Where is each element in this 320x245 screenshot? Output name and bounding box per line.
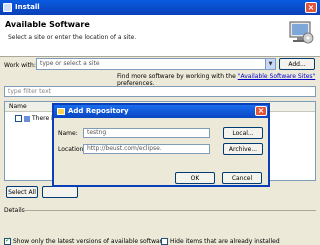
table-row[interactable]: There i [7,114,53,123]
dialog-titlebar: Add Repository × [54,105,268,118]
install-banner-icon [289,21,314,44]
page-description: Select a site or enter the location of a… [8,34,137,41]
name-label: Name: [58,130,78,137]
show-latest-option[interactable]: Show only the latest versions of availab… [4,236,166,245]
name-value: testng [87,129,107,136]
work-with-label: Work with: [4,62,36,69]
window-close-button[interactable]: × [305,2,317,13]
deselect-all-button[interactable] [42,186,78,198]
window-title: Install [15,3,40,11]
dialog-close-button[interactable]: × [255,106,267,116]
select-all-button[interactable]: Select All [6,186,38,198]
details-separator [20,210,316,211]
ok-button[interactable]: OK [175,172,215,184]
hide-installed-checkbox[interactable] [161,238,168,245]
row-checkbox[interactable] [15,115,22,122]
wizard-header: Available Software Select a site or ente… [0,15,320,57]
dropdown-arrow-icon[interactable]: ▼ [265,59,275,69]
find-more-text: Find more software by working with the "… [117,73,316,87]
available-software-sites-link[interactable]: "Available Software Sites" [238,73,316,80]
filter-placeholder: type filter text [8,88,52,95]
window-titlebar: Install × [0,0,320,15]
cancel-button[interactable]: Cancel [222,172,262,184]
app-icon [3,3,12,12]
dialog-title: Add Repository [68,107,129,115]
location-field[interactable]: http://beust.com/eclipse. [83,144,210,154]
add-site-button[interactable]: Add... [279,58,315,70]
hide-installed-option[interactable]: Hide items that are already installed [161,238,280,245]
work-with-placeholder: type or select a site [40,60,100,67]
work-with-combo[interactable]: type or select a site ▼ [36,58,276,70]
location-label: Location: [58,146,86,153]
archive-button[interactable]: Archive... [223,143,263,155]
name-field[interactable]: testng [83,128,210,138]
row-label: There i [32,115,53,122]
show-latest-checkbox[interactable] [4,236,11,245]
page-title: Available Software [5,20,90,29]
filter-input[interactable]: type filter text [4,86,316,97]
info-icon [24,115,30,122]
repository-icon [57,108,65,115]
local-button[interactable]: Local... [223,127,263,139]
add-repository-dialog: Add Repository × Name: testng Local... L… [52,103,270,187]
location-value: http://beust.com/eclipse. [87,145,162,152]
